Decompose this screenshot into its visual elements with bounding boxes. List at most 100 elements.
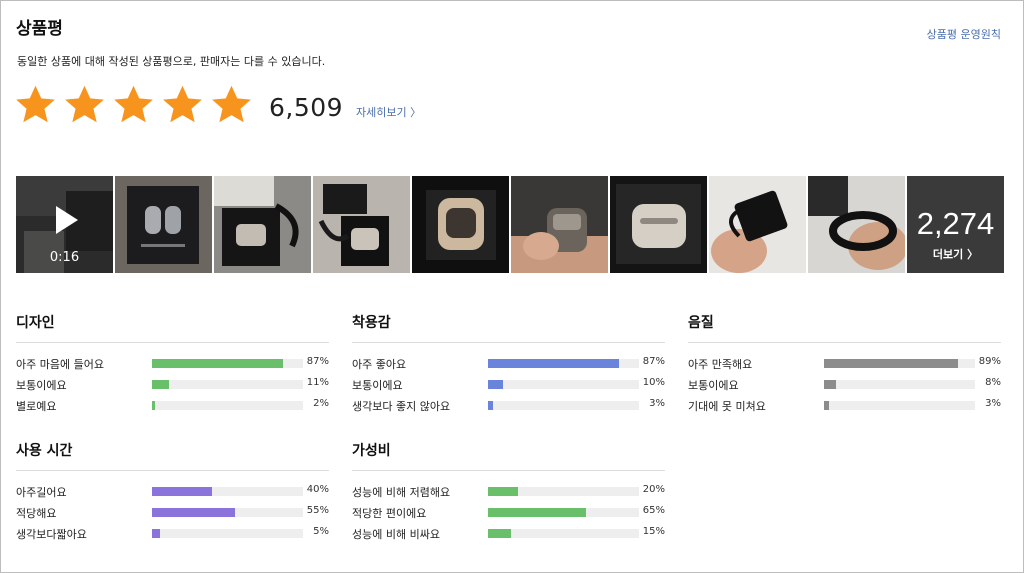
category-title: 사용 시간 (16, 440, 329, 471)
more-photo-label: 더보기 〉 (932, 248, 979, 261)
category-title: 착용감 (352, 312, 665, 343)
row-bar-fill (152, 487, 213, 496)
category-title: 음질 (688, 312, 1001, 343)
row-bar-fill (824, 401, 829, 410)
row-label: 보통이에요 (16, 379, 67, 392)
category-design: 디자인 아주 마음에 들어요 87% 보통이에요 11% 별로예요 2% (16, 312, 329, 416)
row-percent: 20% (642, 484, 665, 495)
rating-row: 성능에 비해 저렴해요 20% (352, 481, 665, 502)
row-bar-fill (152, 508, 236, 517)
star-rating (14, 83, 253, 126)
row-percent: 40% (306, 484, 329, 495)
video-thumbnail[interactable]: 0:16 (16, 176, 113, 273)
row-bar-track (824, 359, 975, 368)
row-percent: 65% (642, 505, 665, 516)
review-count: 6,509 (269, 93, 344, 122)
rating-row: 보통이에요 10% (352, 374, 665, 395)
row-bar-fill (152, 529, 160, 538)
row-bar-track (152, 401, 303, 410)
review-policy-link[interactable]: 상품평 운영원칙 (927, 26, 1001, 42)
row-bar-track (488, 529, 639, 538)
rating-row: 적당해요 55% (16, 502, 329, 523)
row-bar-fill (488, 487, 519, 496)
row-label: 기대에 못 미쳐요 (688, 400, 766, 413)
star-icon (114, 85, 153, 123)
row-bar-fill (488, 359, 620, 368)
row-percent: 87% (642, 356, 665, 367)
row-bar-track (488, 487, 639, 496)
row-percent: 15% (642, 526, 665, 537)
row-bar-fill (824, 380, 837, 389)
row-label: 보통이에요 (688, 379, 739, 392)
row-bar-track (824, 380, 975, 389)
earbuds-box-photo[interactable] (115, 176, 212, 273)
opened-box-photo[interactable] (214, 176, 311, 273)
rating-row: 별로예요 2% (16, 395, 329, 416)
category-sound: 음질 아주 만족해요 89% 보통이에요 8% 기대에 못 미쳐요 3% (688, 312, 1001, 416)
row-bar-track (152, 508, 303, 517)
row-bar-fill (488, 380, 504, 389)
rating-row: 기대에 못 미쳐요 3% (688, 395, 1001, 416)
row-bar-track (488, 380, 639, 389)
row-label: 성능에 비해 저렴해요 (352, 486, 451, 499)
rating-row: 아주 마음에 들어요 87% (16, 353, 329, 374)
category-title: 디자인 (16, 312, 329, 343)
row-bar-fill (824, 359, 959, 368)
row-bar-fill (152, 380, 169, 389)
row-bar-fill (152, 359, 284, 368)
row-bar-track (152, 487, 303, 496)
row-bar-fill (488, 401, 493, 410)
row-label: 적당한 편이에요 (352, 507, 427, 520)
open-case-photo[interactable] (412, 176, 509, 273)
rating-row: 아주 만족해요 89% (688, 353, 1001, 374)
star-icon (163, 85, 202, 123)
case-in-hand-photo[interactable] (511, 176, 608, 273)
detail-link[interactable]: 자세히보기 〉 (356, 104, 421, 120)
more-photo-count: 2,274 (916, 206, 995, 241)
charging-case-photo[interactable] (313, 176, 410, 273)
row-label: 생각보다 좋지 않아요 (352, 400, 451, 413)
star-icon (212, 85, 251, 123)
row-bar-track (152, 359, 303, 368)
more-photos-button[interactable]: 2,274 더보기 〉 (907, 176, 1004, 273)
rating-row: 생각보다짧아요 5% (16, 523, 329, 544)
row-label: 생각보다짧아요 (16, 528, 87, 541)
row-percent: 8% (985, 377, 1001, 388)
row-label: 아주 좋아요 (352, 358, 407, 371)
row-percent: 3% (985, 398, 1001, 409)
row-label: 아주 마음에 들어요 (16, 358, 104, 371)
row-label: 보통이에요 (352, 379, 403, 392)
rating-row: 아주 좋아요 87% (352, 353, 665, 374)
row-bar-track (824, 401, 975, 410)
cable-photo[interactable] (709, 176, 806, 273)
row-bar-fill (488, 508, 587, 517)
row-bar-fill (488, 529, 511, 538)
page-title: 상품평 (16, 19, 63, 39)
row-bar-fill (152, 401, 156, 410)
row-percent: 10% (642, 377, 665, 388)
row-percent: 89% (978, 356, 1001, 367)
rating-row: 적당한 편이에요 65% (352, 502, 665, 523)
row-label: 성능에 비해 비싸요 (352, 528, 440, 541)
row-label: 적당해요 (16, 507, 57, 520)
row-label: 아주길어요 (16, 486, 67, 499)
row-bar-track (488, 508, 639, 517)
review-panel: 상품평 상품평 운영원칙 동일한 상품에 대해 작성된 상품평으로, 판매자는 … (0, 0, 1024, 573)
video-duration: 0:16 (49, 250, 80, 265)
row-percent: 87% (306, 356, 329, 367)
star-icon (16, 85, 55, 123)
row-bar-track (152, 529, 303, 538)
cable-in-hand-photo[interactable] (808, 176, 905, 273)
row-percent: 5% (313, 526, 329, 537)
rating-row: 아주길어요 40% (16, 481, 329, 502)
row-percent: 55% (306, 505, 329, 516)
row-bar-track (488, 359, 639, 368)
case-top-photo[interactable] (610, 176, 707, 273)
review-description: 동일한 상품에 대해 작성된 상품평으로, 판매자는 다를 수 있습니다. (17, 55, 326, 68)
category-value: 가성비 성능에 비해 저렴해요 20% 적당한 편이에요 65% 성능에 비해 비싸… (352, 440, 665, 544)
rating-row: 성능에 비해 비싸요 15% (352, 523, 665, 544)
row-bar-track (152, 380, 303, 389)
category-title: 가성비 (352, 440, 665, 471)
rating-row: 보통이에요 11% (16, 374, 329, 395)
row-percent: 2% (313, 398, 329, 409)
